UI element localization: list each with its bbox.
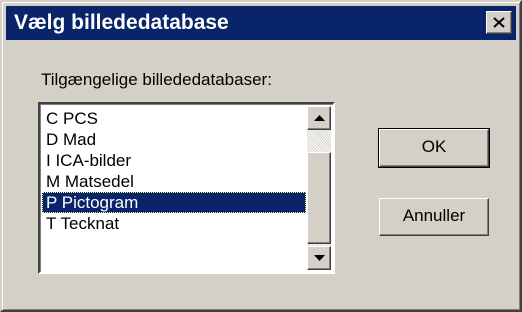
cancel-button[interactable]: Annuller (379, 198, 489, 236)
ok-button[interactable]: OK (378, 128, 490, 168)
list-item-selected[interactable]: P Pictogram (42, 192, 306, 213)
database-listbox[interactable]: C PCS D Mad I ICA-bilder M Matsedel P Pi… (38, 102, 335, 274)
arrow-up-icon (314, 115, 325, 121)
list-item[interactable]: D Mad (42, 129, 306, 150)
close-icon (493, 17, 505, 28)
list-label: Tilgængelige billededatabaser: (41, 70, 272, 89)
window-title: Vælg billededatabase (14, 11, 229, 34)
dialog-window: Vælg billededatabase Tilgængelige billed… (0, 0, 522, 312)
scroll-down-button[interactable] (307, 246, 331, 270)
list-item[interactable]: C PCS (42, 108, 306, 129)
list-items: C PCS D Mad I ICA-bilder M Matsedel P Pi… (42, 108, 306, 234)
scroll-up-button[interactable] (307, 106, 331, 130)
close-button[interactable] (486, 11, 512, 34)
title-bar[interactable]: Vælg billededatabase (6, 6, 516, 40)
scroll-thumb[interactable] (307, 152, 331, 244)
list-item[interactable]: M Matsedel (42, 171, 306, 192)
vertical-scrollbar[interactable] (307, 106, 331, 270)
list-item[interactable]: T Tecknat (42, 213, 306, 234)
list-item[interactable]: I ICA-bilder (42, 150, 306, 171)
arrow-down-icon (314, 255, 325, 261)
